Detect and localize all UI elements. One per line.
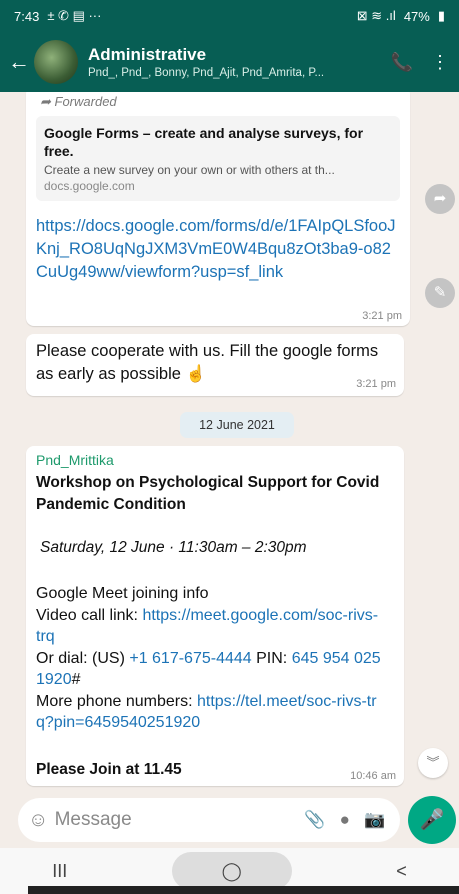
message-text: Please cooperate with us. Fill the googl… (36, 342, 379, 384)
edit-icon[interactable]: ✎ (425, 278, 455, 308)
message-bubble[interactable]: ➦ Forwarded Google Forms – create and an… (26, 92, 410, 326)
message-bubble[interactable]: Pnd_Mrittika Workshop on Psychological S… (26, 446, 404, 786)
home-button[interactable]: ◯ (171, 852, 292, 890)
event-title: Workshop on Psychological Support for Co… (36, 474, 380, 513)
link-preview[interactable]: Google Forms – create and analyse survey… (36, 116, 400, 202)
pin-label: PIN: (251, 649, 292, 667)
join-note: Please Join at 11.45 (36, 761, 182, 779)
message-input[interactable] (54, 809, 300, 831)
preview-description: Create a new survey on your own or with … (44, 163, 335, 178)
chat-header: ← Administrative Pnd_, Pnd_, Bonny, Pnd_… (0, 32, 459, 92)
sender-name[interactable]: Pnd_Mrittika (36, 452, 394, 468)
meet-details: Google Meet joining info Video call link… (36, 583, 394, 733)
message-time: 3:21 pm (362, 310, 402, 322)
bottom-strip (28, 886, 459, 894)
date-separator: 12 June 2021 (180, 412, 294, 438)
chat-area[interactable]: ➦ Forwarded Google Forms – create and an… (0, 92, 459, 792)
message-bubble[interactable]: Please cooperate with us. Fill the googl… (26, 334, 404, 396)
attach-icon[interactable]: 📎 (300, 810, 330, 830)
scroll-down-icon[interactable]: ︾ (418, 748, 448, 778)
payment-icon[interactable]: ● (330, 810, 360, 830)
message-time: 3:21 pm (356, 377, 396, 390)
pin-suffix: # (71, 671, 81, 689)
signal-icon: ⊠ ≋ .ıl (356, 8, 396, 23)
more-numbers-label: More phone numbers: (36, 692, 197, 710)
camera-icon[interactable]: 📷 (360, 810, 390, 830)
chat-title-block[interactable]: Administrative Pnd_, Pnd_, Bonny, Pnd_Aj… (88, 45, 383, 79)
forwarded-label: ➦ Forwarded (40, 94, 117, 109)
battery-level: 47% (403, 8, 430, 24)
nav-back-button[interactable]: < (396, 861, 407, 882)
emoji-icon[interactable]: ☺ (28, 809, 55, 832)
event-time: Saturday, 12 June · 11:30am – 2:30pm (40, 539, 307, 557)
video-label: Video call link: (36, 606, 143, 624)
menu-icon[interactable]: ⋮ (421, 52, 459, 73)
status-time: 7:43 (14, 8, 40, 24)
group-members: Pnd_, Pnd_, Bonny, Pnd_Ajit, Pnd_Amrita,… (88, 67, 325, 79)
dial-number-link[interactable]: +1 617-675-4444 (129, 650, 251, 667)
back-arrow-icon[interactable]: ← (4, 49, 34, 75)
forward-arrow-icon: ➦ (40, 94, 55, 109)
notification-icons: ± ✆ ▤ ··· (47, 8, 102, 23)
compose-bar: ☺ 📎 ● 📷 🎤 (0, 792, 459, 848)
forward-icon[interactable]: ➦ (425, 184, 455, 214)
message-box: ☺ 📎 ● 📷 (18, 798, 400, 842)
preview-domain: docs.google.com (44, 179, 135, 194)
group-name: Administrative (88, 45, 207, 64)
message-time: 10:46 am (350, 770, 396, 782)
recents-button[interactable]: III (52, 861, 67, 882)
preview-title: Google Forms – create and analyse survey… (44, 125, 364, 160)
mic-icon[interactable]: 🎤 (408, 796, 456, 844)
add-call-icon[interactable]: 📞 (383, 52, 421, 73)
battery-icon: ▮ (437, 8, 445, 23)
form-link[interactable]: https://docs.google.com/forms/d/e/1FAIpQ… (36, 215, 400, 283)
status-bar: 7:43 ± ✆ ▤ ··· ⊠ ≋ .ıl 47% ▮ (0, 0, 459, 32)
dial-label: Or dial: (US) (36, 649, 130, 667)
group-avatar[interactable] (34, 40, 78, 84)
meet-info-label: Google Meet joining info (36, 585, 209, 603)
